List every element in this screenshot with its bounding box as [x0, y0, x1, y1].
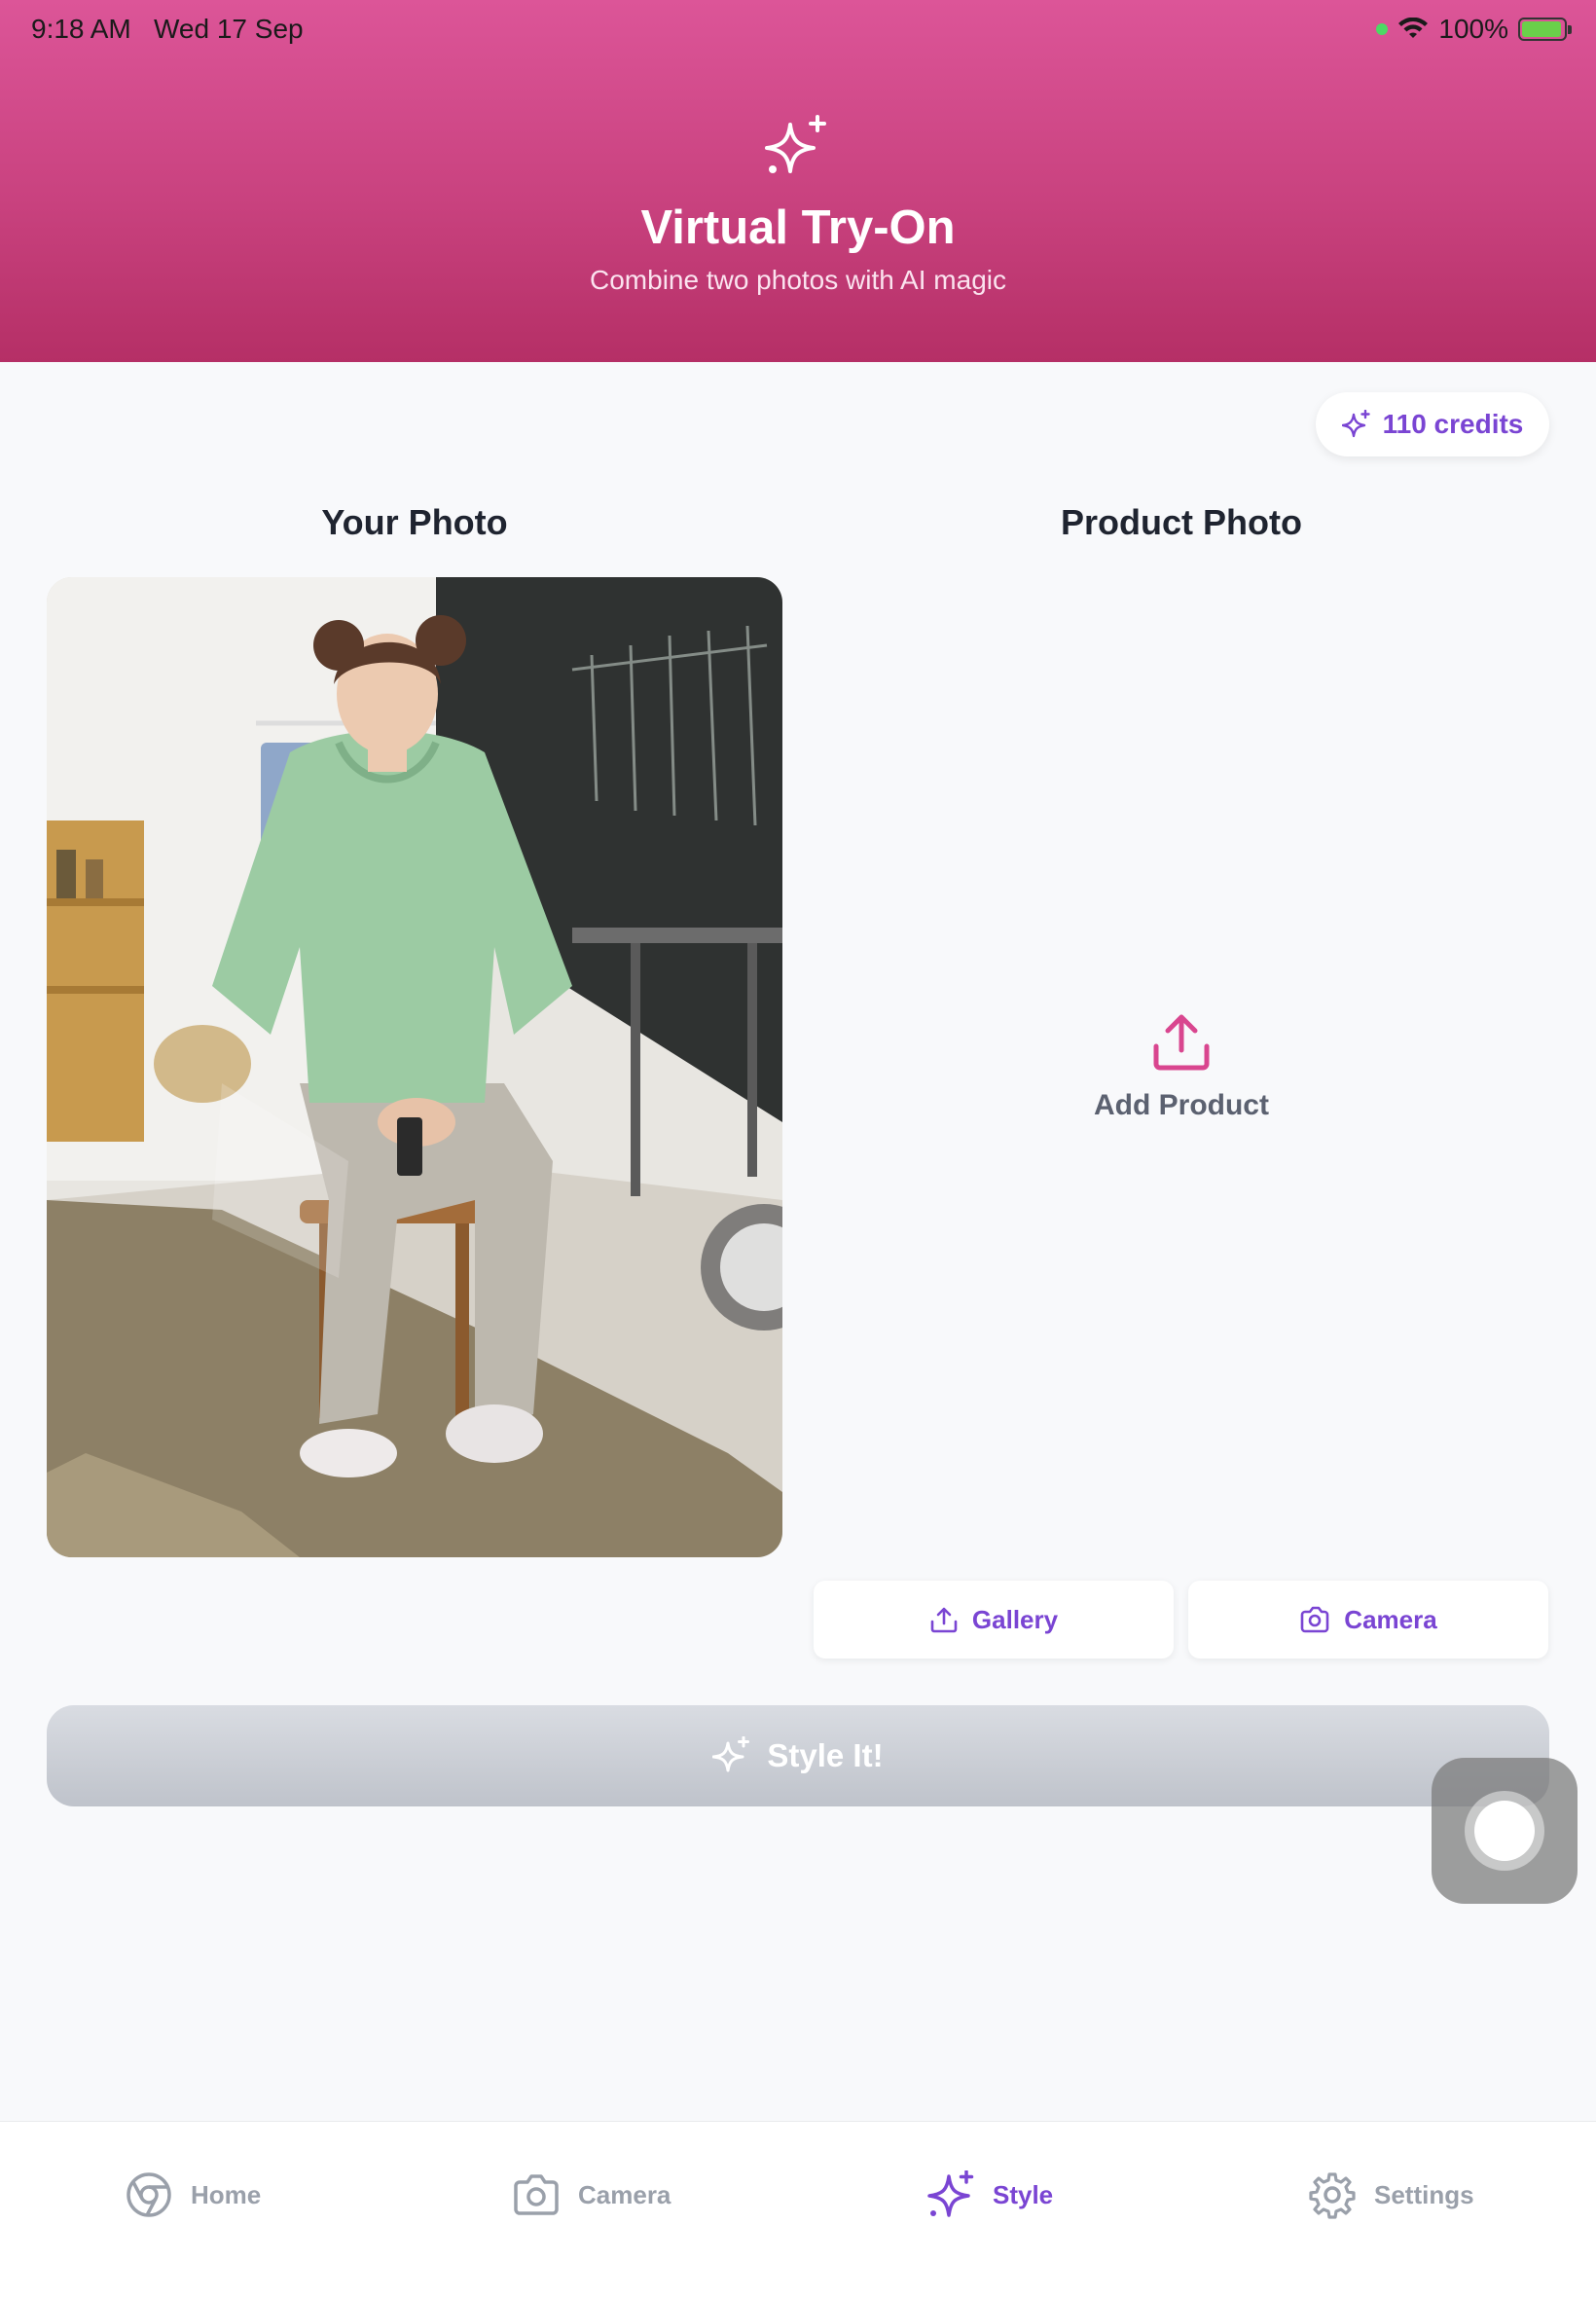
- status-bar: 9:18 AM Wed 17 Sep 100%: [0, 0, 1596, 62]
- style-it-button[interactable]: Style It!: [47, 1705, 1549, 1806]
- tab-camera[interactable]: Camera: [512, 2167, 671, 2223]
- tab-settings[interactable]: Settings: [1308, 2167, 1474, 2223]
- camera-button[interactable]: Camera: [1188, 1581, 1548, 1659]
- tab-home[interactable]: Home: [125, 2167, 261, 2223]
- page-subtitle: Combine two photos with AI magic: [590, 265, 1006, 295]
- add-product-label: Add Product: [1094, 1089, 1269, 1121]
- upload-icon: [930, 1607, 958, 1633]
- camera-icon: [514, 2174, 559, 2215]
- your-photo-image[interactable]: [47, 577, 782, 1557]
- tab-style-label: Style: [993, 2179, 1054, 2209]
- battery-icon: [1518, 18, 1572, 41]
- tab-style[interactable]: Style: [926, 2167, 1053, 2223]
- home-icon: [127, 2172, 171, 2217]
- tab-camera-label: Camera: [578, 2179, 671, 2209]
- tab-settings-label: Settings: [1374, 2179, 1474, 2209]
- tab-bar: Home Camera Style Settings: [0, 2122, 1596, 2297]
- camera-button-label: Camera: [1344, 1604, 1437, 1634]
- battery-percent: 100%: [1438, 14, 1508, 44]
- credits-label: 110 credits: [1382, 409, 1524, 439]
- status-date: Wed 17 Sep: [154, 14, 304, 44]
- credits-badge[interactable]: 110 credits: [1316, 392, 1549, 456]
- upload-icon: [1153, 1014, 1210, 1071]
- product-drop-zone[interactable]: Add Product: [814, 577, 1549, 1557]
- product-photo-title: Product Photo: [1061, 502, 1302, 542]
- privacy-dot-icon: [1376, 23, 1389, 35]
- style-it-label: Style It!: [767, 1737, 884, 1773]
- sparkles-icon: [927, 2170, 974, 2217]
- sparkles-icon: [1341, 410, 1370, 438]
- status-indicators: 100%: [1376, 14, 1572, 45]
- sparkles-icon: [765, 115, 826, 173]
- header: 9:18 AM Wed 17 Sep 100% Virtual Try-On C…: [0, 0, 1596, 362]
- camera-icon: [1300, 1606, 1329, 1633]
- status-time: 9:18 AM: [31, 14, 131, 44]
- gallery-button[interactable]: Gallery: [814, 1581, 1174, 1659]
- gallery-button-label: Gallery: [971, 1604, 1059, 1634]
- wifi-icon: [1398, 18, 1429, 38]
- gear-icon: [1309, 2172, 1356, 2219]
- assistive-touch-button[interactable]: [1432, 1758, 1578, 1904]
- page-title: Virtual Try-On: [640, 201, 956, 254]
- tab-home-label: Home: [191, 2179, 262, 2209]
- sparkles-icon: [712, 1736, 750, 1772]
- your-photo-title: Your Photo: [321, 502, 508, 542]
- person-photo-illustration: [47, 577, 782, 1557]
